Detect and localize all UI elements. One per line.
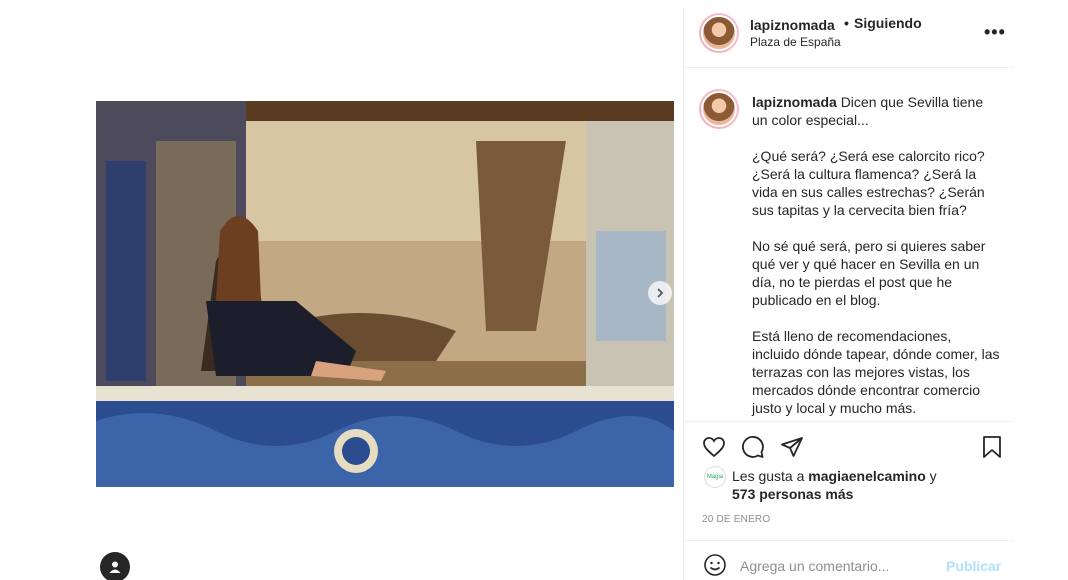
more-options-button[interactable]: ••• [984,22,1006,43]
heart-icon [703,437,725,458]
author-avatar[interactable] [699,13,739,53]
user-icon [109,561,121,573]
publish-button[interactable]: Publicar [946,558,1001,574]
comment-input[interactable] [740,555,940,577]
likes-prefix: Les gusta a [732,468,805,484]
emoji-button[interactable] [703,553,729,579]
likes-others-link[interactable]: 573 personas más [732,486,853,502]
action-bar [684,421,1014,461]
separator-dot: • [844,15,849,31]
paper-plane-icon [781,437,803,457]
caption-paragraph-2: No sé qué será, pero si quieres saber qu… [752,238,986,308]
comment-icon [742,436,764,458]
next-photo-button[interactable] [648,281,672,305]
likes-summary: Magia Les gusta a magiaenelcamino y 573 … [704,466,1004,506]
media-area [0,0,683,580]
author-username-link[interactable]: lapiznomada [750,17,835,33]
likes-line: Les gusta a magiaenelcamino y [732,468,937,484]
caption-author-avatar[interactable] [699,89,739,129]
comment-button[interactable] [741,435,767,461]
post-photo[interactable] [96,101,674,487]
smiley-icon [704,554,726,576]
like-button[interactable] [702,435,728,461]
following-button[interactable]: Siguiendo [854,15,922,31]
post-date[interactable]: 20 DE ENERO [702,514,770,525]
post-details-panel: lapiznomada • Siguiendo Plaza de España … [683,8,1014,580]
share-button[interactable] [780,435,806,461]
bookmark-icon [983,436,1001,458]
caption-paragraph-3: Está lleno de recomendaciones, incluido … [752,328,1000,416]
likes-connector: y [929,468,937,484]
caption-text: lapiznomada Dicen que Sevilla tiene un c… [752,93,1002,421]
tagged-users-button[interactable] [100,552,130,580]
location-link[interactable]: Plaza de España [750,35,841,49]
post-photo-illustration [96,101,674,487]
save-button[interactable] [980,435,1006,461]
post-header: lapiznomada • Siguiendo Plaza de España … [684,8,1014,68]
comment-form: Publicar [684,540,1014,580]
liker-username-link[interactable]: magiaenelcamino [808,468,926,484]
chevron-right-icon [657,288,664,298]
caption-paragraph-1: ¿Qué será? ¿Será ese calorcito rico? ¿Se… [752,148,985,218]
liker-avatar[interactable]: Magia [704,466,726,488]
caption-area[interactable]: lapiznomada Dicen que Sevilla tiene un c… [684,69,1014,421]
caption-username-link[interactable]: lapiznomada [752,94,837,110]
